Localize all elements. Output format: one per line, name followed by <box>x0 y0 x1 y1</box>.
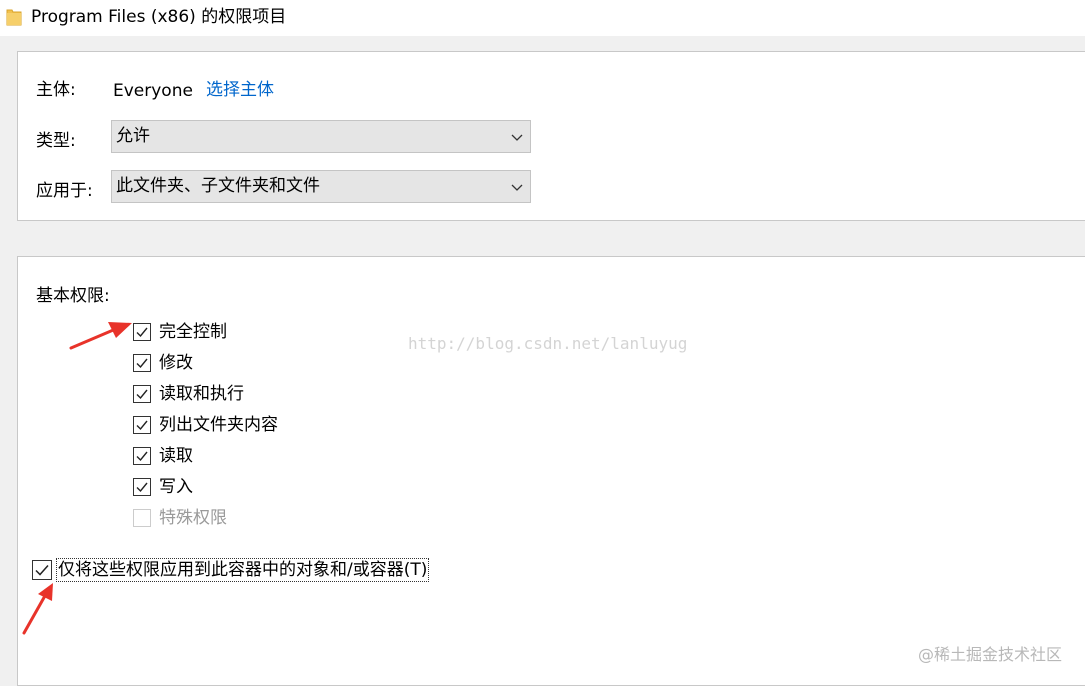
permission-label: 列出文件夹内容 <box>159 415 278 435</box>
checkbox-checked[interactable] <box>133 416 151 434</box>
applies-to-dropdown-value: 此文件夹、子文件夹和文件 <box>116 176 320 196</box>
annotation-arrow-icon <box>69 322 132 350</box>
checkbox-checked[interactable] <box>133 354 151 372</box>
brand-watermark: @稀土掘金技术社区 <box>918 645 1063 664</box>
window-title: Program Files (x86) 的权限项目 <box>31 7 287 27</box>
folder-icon <box>6 7 22 27</box>
applies-to-dropdown[interactable]: 此文件夹、子文件夹和文件 <box>111 170 531 203</box>
permission-label: 完全控制 <box>159 322 227 342</box>
annotation-arrow-icon <box>22 583 53 635</box>
type-dropdown-value: 允许 <box>116 126 150 146</box>
checkbox-disabled <box>133 509 151 527</box>
permission-label: 读取和执行 <box>159 384 244 404</box>
window-titlebar: Program Files (x86) 的权限项目 <box>0 0 1085 36</box>
applies-to-label: 应用于: <box>36 181 93 201</box>
checkbox-checked[interactable] <box>133 447 151 465</box>
permission-label: 读取 <box>159 446 193 466</box>
type-dropdown[interactable]: 允许 <box>111 120 531 153</box>
select-principal-link[interactable]: 选择主体 <box>206 79 274 101</box>
checkbox-checked[interactable] <box>133 478 151 496</box>
apply-only-label: 仅将这些权限应用到此容器中的对象和/或容器(T) <box>56 558 430 582</box>
chevron-down-icon <box>510 179 524 193</box>
permission-label: 写入 <box>159 477 193 497</box>
principal-value: Everyone <box>113 81 193 101</box>
basic-permissions-heading: 基本权限: <box>36 286 110 306</box>
permission-label: 特殊权限 <box>159 508 227 528</box>
type-label: 类型: <box>36 131 76 151</box>
chevron-down-icon <box>510 129 524 143</box>
principal-label: 主体: <box>36 80 76 100</box>
checkbox-checked[interactable] <box>133 385 151 403</box>
url-watermark: http://blog.csdn.net/lanluyug <box>408 334 688 353</box>
permission-label: 修改 <box>159 353 193 373</box>
apply-only-checkbox[interactable] <box>32 560 52 580</box>
